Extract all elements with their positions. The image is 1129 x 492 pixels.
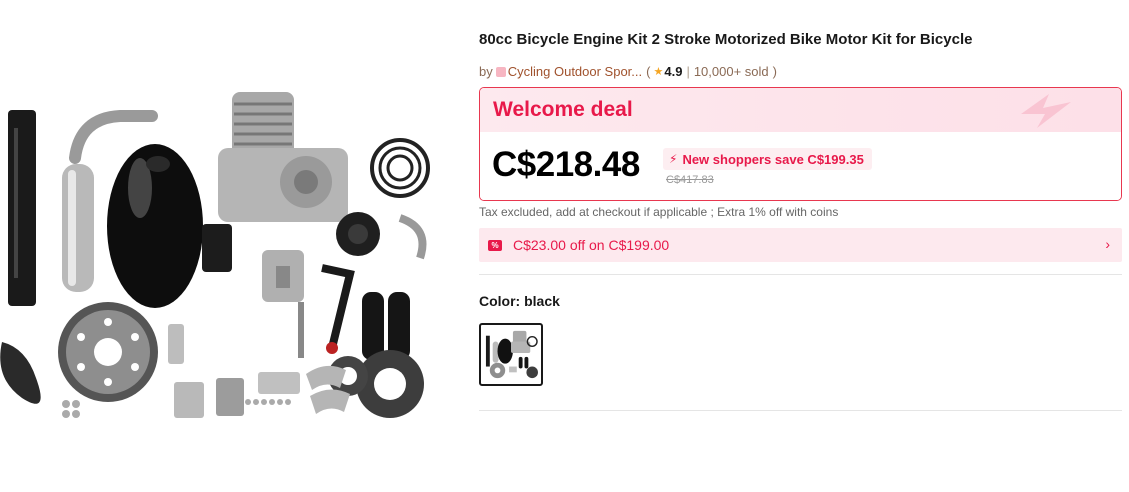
store-link[interactable]: Cycling Outdoor Spor... [508,64,642,79]
store-icon [495,66,506,77]
bolt-decoration-icon [1021,94,1071,128]
seller-row: by Cycling Outdoor Spor... ( ★ 4.9 | 10,… [479,64,777,79]
bolt-icon: ⚡ [669,152,678,166]
save-text: New shoppers save C$199.35 [682,151,864,167]
welcome-deal-box: Welcome deal C$218.48 ⚡ New shoppers sav… [479,87,1122,201]
new-shopper-save-badge: ⚡ New shoppers save C$199.35 [663,148,872,170]
deal-header: Welcome deal [480,88,1121,132]
coupon-bar[interactable]: % C$23.00 off on C$199.00 › [479,228,1122,262]
close-paren: ) [772,64,777,79]
product-title: 80cc Bicycle Engine Kit 2 Stroke Motoriz… [479,31,973,48]
star-icon: ★ [653,66,664,78]
current-price: C$218.48 [492,145,640,184]
by-label: by [479,64,493,79]
divider [479,274,1122,275]
chevron-right-icon[interactable]: › [1105,236,1110,252]
rating-value: 4.9 [664,64,683,79]
coupon-text: C$23.00 off on C$199.00 [513,237,670,253]
tax-note: Tax excluded, add at checkout if applica… [479,205,839,219]
color-thumbnail-image [484,328,538,381]
coupon-icon: % [488,239,502,251]
product-main-image[interactable] [0,78,452,428]
divider [479,410,1122,411]
sold-count: 10,000+ sold [693,64,769,79]
color-label: Color: black [479,293,560,309]
original-price: C$417.83 [666,174,714,186]
color-option-black[interactable] [479,323,543,386]
deal-body: C$218.48 ⚡ New shoppers save C$199.35 C$… [480,132,1121,200]
engine-kit-parts-illustration [0,92,430,418]
deal-title: Welcome deal [493,98,633,121]
separator: | [686,64,690,79]
open-paren: ( [646,64,651,79]
